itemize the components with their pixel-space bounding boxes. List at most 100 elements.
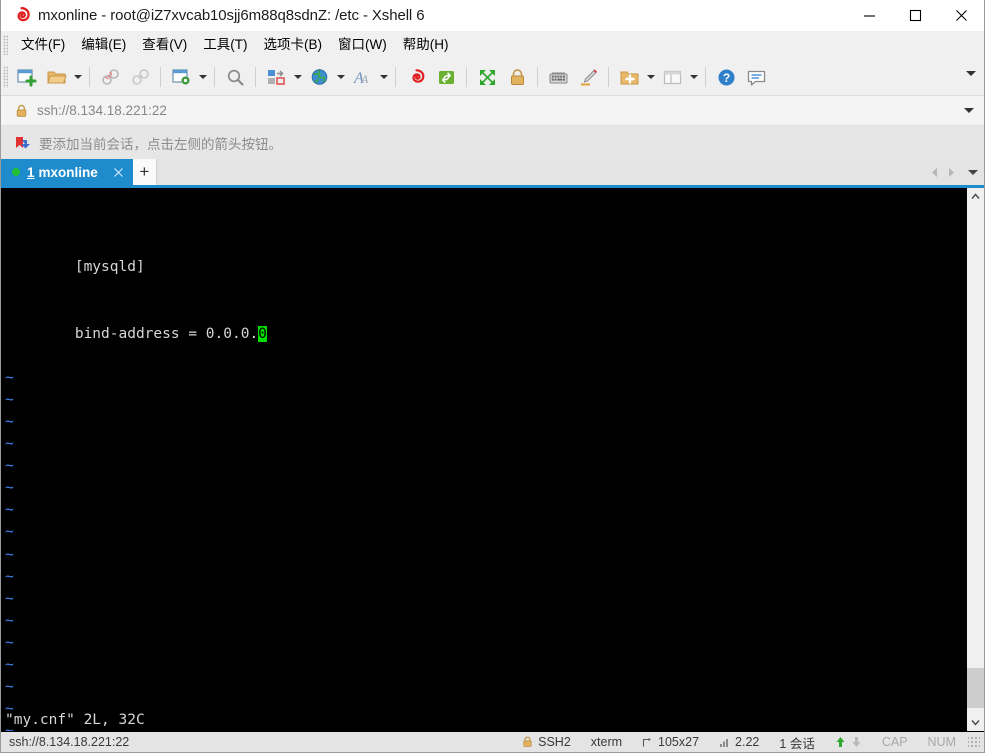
lock-icon [522,736,533,748]
tilde-glyph: ~ [5,612,14,629]
find-icon[interactable] [220,62,250,92]
tab-list-dropdown-icon[interactable] [968,169,978,175]
transfer-layout-icon[interactable] [261,62,291,92]
vim-empty-line: ~ [5,654,966,676]
tab-status-dot [12,168,20,176]
close-button[interactable] [938,0,984,31]
vim-empty-line: ~ [5,477,966,499]
session-properties-dropdown-icon[interactable] [196,62,209,92]
toolbar-grip[interactable] [3,66,8,88]
close-icon[interactable] [112,165,126,179]
tilde-glyph: ~ [5,656,14,673]
maximize-button[interactable] [892,0,938,31]
chevron-up-icon[interactable] [967,188,984,205]
chat-icon[interactable] [741,62,771,92]
toolbar-separator [214,67,215,87]
toolbar-overflow-chevron-icon[interactable] [966,71,976,76]
globe-encoding-dropdown-icon[interactable] [334,62,347,92]
bandwidth-icon [719,737,730,748]
tab-number: 1 [27,164,35,180]
vim-empty-line: ~ [5,588,966,610]
new-session-icon[interactable] [11,62,41,92]
status-transfer-label: 2.22 [735,735,760,749]
status-sessions: 1 会话 [779,736,815,751]
open-session-icon[interactable] [41,62,71,92]
status-caps-lock: CAP [881,735,908,749]
menu-help[interactable]: 帮助(H) [395,35,457,55]
menubar-grip[interactable] [3,35,8,55]
vim-empty-line: ~ [5,544,966,566]
new-folder-dropdown-icon[interactable] [644,62,657,92]
scrollbar-thumb[interactable] [967,668,984,708]
svg-text:?: ? [722,71,729,85]
tilde-glyph: ~ [5,369,14,386]
help-icon[interactable]: ? [711,62,741,92]
terminal-scrollbar[interactable] [966,188,984,731]
resize-icon [642,737,653,748]
menu-edit[interactable]: 编辑(E) [73,35,134,55]
highlight-pen-icon[interactable] [573,62,603,92]
reconnect-icon[interactable] [125,62,155,92]
chevron-right-icon[interactable] [943,159,960,185]
vim-empty-line: ~ [5,433,966,455]
terminal-line-text: bind-address = 0.0.0. [74,325,259,342]
new-folder-icon[interactable] [614,62,644,92]
lock-icon[interactable] [502,62,532,92]
menu-window[interactable]: 窗口(W) [330,35,395,55]
xftp-icon[interactable] [431,62,461,92]
toolbar-separator [160,67,161,87]
xshell-icon[interactable] [401,62,431,92]
toolbar-separator [705,67,706,87]
status-protocol: SSH2 [512,735,581,749]
status-transfer: 2.22 [709,735,769,749]
vim-empty-line: ~ [5,367,966,389]
svg-text:A: A [360,72,369,86]
new-tab-button[interactable]: + [132,159,157,185]
open-session-dropdown-icon[interactable] [71,62,84,92]
tilde-glyph: ~ [5,391,14,408]
vim-status-line: "my.cnf" 2L, 32C 2,22 All [5,687,962,728]
vim-empty-line: ~ [5,566,966,588]
menu-tools[interactable]: 工具(T) [195,35,255,55]
address-bar[interactable]: ssh://8.134.18.221:22 [1,96,984,126]
scrollbar-track[interactable] [967,205,984,714]
resize-grip[interactable] [968,736,980,748]
tab-mxonline[interactable]: 1 mxonline [1,159,133,185]
address-dropdown-icon[interactable] [964,108,974,113]
disconnect-icon[interactable] [95,62,125,92]
tilde-glyph: ~ [5,502,14,519]
session-properties-icon[interactable] [166,62,196,92]
bookmark-arrow-icon [14,135,31,151]
title-bar: mxonline - root@iZ7xvcab10sjj6m88q8sdnZ:… [1,0,984,31]
terminal-line: bind-address = 0.0.0.0 [5,300,966,342]
vim-empty-line: ~ [5,499,966,521]
window-title: mxonline - root@iZ7xvcab10sjj6m88q8sdnZ:… [38,7,425,24]
vim-empty-line: ~ [5,521,966,543]
address-input[interactable]: ssh://8.134.18.221:22 [37,103,167,118]
status-bar-right: SSH2 xterm 105x27 2.22 1 会话 CAP NUM [512,733,980,752]
layout-dropdown-icon[interactable] [687,62,700,92]
transfer-layout-dropdown-icon[interactable] [291,62,304,92]
tab-bar: 1 mxonline + [1,159,984,188]
tilde-glyph: ~ [5,568,14,585]
toolbar-separator [89,67,90,87]
minimize-button[interactable] [846,0,892,31]
chevron-down-icon[interactable] [967,714,984,731]
tilde-glyph: ~ [5,546,14,563]
font-dropdown-icon[interactable] [377,62,390,92]
status-size-label: 105x27 [658,735,700,749]
keyboard-icon[interactable] [543,62,573,92]
vim-empty-line: ~ [5,610,966,632]
chevron-left-icon[interactable] [926,159,943,185]
fullscreen-icon[interactable] [472,62,502,92]
session-hint-bar: 要添加当前会话，点击左侧的箭头按钮。 [1,126,984,159]
xshell-window: mxonline - root@iZ7xvcab10sjj6m88q8sdnZ:… [0,0,985,753]
menu-tabs[interactable]: 选项卡(B) [256,35,331,55]
globe-encoding-icon[interactable] [304,62,334,92]
layout-icon[interactable] [657,62,687,92]
menu-file[interactable]: 文件(F) [13,35,73,55]
font-icon[interactable]: A A [347,62,377,92]
menu-view[interactable]: 查看(V) [134,35,195,55]
terminal-output[interactable]: [mysqld] bind-address = 0.0.0.0 ~ ~ ~ ~ ~ ~ ~ ~… [1,188,966,731]
menu-bar: 文件(F) 编辑(E) 查看(V) 工具(T) 选项卡(B) 窗口(W) 帮助(… [1,31,984,59]
